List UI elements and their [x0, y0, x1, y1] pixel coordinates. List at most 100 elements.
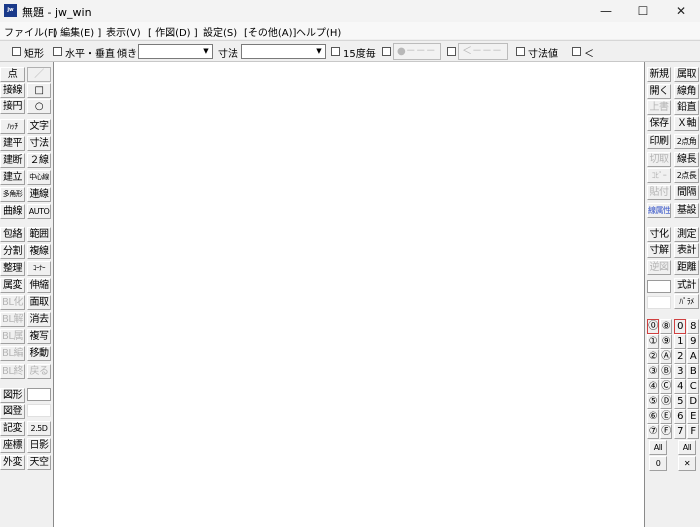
tool-2-5d[interactable]: 2.5D	[27, 421, 51, 436]
layer-group-button[interactable]: Ⓕ	[660, 424, 672, 439]
tool-stretch[interactable]: 伸縮	[27, 278, 51, 293]
tool-distance[interactable]: 距離	[674, 260, 699, 275]
layer-button[interactable]: C	[687, 379, 699, 394]
layer-group-button[interactable]: Ⓒ	[660, 379, 672, 394]
tool-x-axis[interactable]: Ｘ軸	[674, 116, 699, 131]
layer-button[interactable]: A	[687, 349, 699, 364]
close-button[interactable]: ✕	[662, 0, 700, 22]
tool-double-line[interactable]: ２線	[27, 153, 51, 168]
maximize-button[interactable]: ☐	[624, 0, 662, 22]
tool-polygon[interactable]: 多角形	[0, 187, 25, 202]
layer-group-all-button[interactable]: All	[649, 440, 667, 455]
tool-vertical[interactable]: 鉛直	[674, 100, 699, 115]
layer-button[interactable]: 4	[674, 379, 686, 394]
layer-button[interactable]: D	[687, 394, 699, 409]
drawing-canvas[interactable]	[53, 62, 645, 527]
arrow-checkbox[interactable]	[447, 47, 456, 56]
layer-group-button[interactable]: ②	[647, 349, 659, 364]
layer-button[interactable]: 1	[674, 334, 686, 349]
menu-draw[interactable]: [ 作図(D) ]	[148, 24, 198, 39]
layer-all-button[interactable]: All	[678, 440, 696, 455]
tool-text[interactable]: 文字	[27, 119, 51, 134]
tool-hatch[interactable]: ﾊｯﾁ	[0, 119, 25, 134]
tool-point[interactable]: 点	[0, 67, 25, 82]
tool-coordinates[interactable]: 座標	[0, 438, 25, 453]
tool-copy[interactable]: 複写	[27, 329, 51, 344]
arrow-line-button[interactable]: ＜－－－	[458, 43, 508, 60]
tool-shadow[interactable]: 日影	[27, 438, 51, 453]
tool-get-attribute[interactable]: 属取	[674, 67, 699, 82]
tool-block-create[interactable]: BL化	[0, 295, 25, 310]
hv-checkbox[interactable]	[53, 47, 62, 56]
layer-group-button[interactable]: Ⓓ	[660, 394, 672, 409]
tool-range[interactable]: 範囲	[27, 227, 51, 242]
layer-group-button[interactable]: ⑥	[647, 409, 659, 424]
tool-undo[interactable]: 戻る	[27, 364, 51, 379]
layer-group-button[interactable]: ⑦	[647, 424, 659, 439]
tool-sky[interactable]: 天空	[27, 455, 51, 470]
tool-table-calc[interactable]: 表計	[674, 243, 699, 258]
point-line-button[interactable]: ●－－－	[393, 43, 441, 60]
tool-reverse-figure[interactable]: 逆図	[647, 260, 671, 275]
layer-group-button[interactable]: ⓪	[647, 319, 659, 334]
layer-button[interactable]: 8	[687, 319, 699, 334]
tool-copy-clipboard[interactable]: ｺﾋﾟｰ	[647, 168, 671, 183]
layer-zero-button[interactable]: 0	[649, 456, 667, 471]
tool-rectangle[interactable]: □	[27, 83, 51, 98]
snap-checkbox[interactable]	[382, 47, 391, 56]
tool-tangent[interactable]: 接線	[0, 83, 25, 98]
tool-dimension[interactable]: 寸法	[27, 136, 51, 151]
tool-figure[interactable]: 図形	[0, 388, 25, 403]
tool-building-section[interactable]: 建断	[0, 153, 25, 168]
tool-block-explode[interactable]: BL解	[0, 312, 25, 327]
menu-file[interactable]: ファイル(F)	[4, 24, 58, 39]
close-icon[interactable]: ✕	[678, 456, 696, 471]
tool-line-angle[interactable]: 線角	[674, 84, 699, 99]
tool-move[interactable]: 移動	[27, 346, 51, 361]
tool-line-length[interactable]: 線長	[674, 152, 699, 167]
tool-parametric[interactable]: ﾊﾟﾗﾒ	[674, 294, 699, 309]
tool-figure-register[interactable]: 図登	[0, 404, 25, 419]
rect-checkbox[interactable]	[12, 47, 21, 56]
layer-button[interactable]: 0	[674, 319, 686, 334]
slope-combo[interactable]: ▼	[138, 44, 213, 59]
layer-button[interactable]: 5	[674, 394, 686, 409]
layer-button[interactable]: F	[687, 424, 699, 439]
layer-button[interactable]: 6	[674, 409, 686, 424]
menu-view[interactable]: 表示(V)	[106, 24, 141, 39]
tool-line[interactable]: ／	[27, 67, 51, 82]
tool-envelope[interactable]: 包絡	[0, 227, 25, 242]
lt-checkbox[interactable]	[572, 47, 581, 56]
tool-building-plan[interactable]: 建平	[0, 136, 25, 151]
tool-paste[interactable]: 貼付	[647, 185, 671, 200]
layer-group-button[interactable]: Ⓔ	[660, 409, 672, 424]
tool-two-point-length[interactable]: 2点長	[674, 168, 699, 183]
tool-tangent-circle[interactable]: 接円	[0, 99, 25, 114]
tool-formula-calc[interactable]: 式計	[674, 278, 699, 293]
dimval-checkbox[interactable]	[516, 47, 525, 56]
tool-block-edit[interactable]: BL編	[0, 346, 25, 361]
menu-help[interactable]: ヘルプ(H)	[296, 24, 341, 39]
layer-group-button[interactable]: Ⓐ	[660, 349, 672, 364]
minimize-button[interactable]: —	[587, 0, 625, 22]
tool-dim-explode[interactable]: 寸解	[647, 243, 671, 258]
tool-dim-convert[interactable]: 寸化	[647, 227, 671, 242]
tool-block-attribute[interactable]: BL属	[0, 329, 25, 344]
tool-block-end[interactable]: BL終	[0, 364, 25, 379]
layer-button[interactable]: 2	[674, 349, 686, 364]
tool-circle[interactable]: ○	[27, 99, 51, 114]
layer-button[interactable]: 7	[674, 424, 686, 439]
tool-base-settings[interactable]: 基設	[674, 203, 699, 218]
menu-other[interactable]: [その他(A)]	[244, 24, 296, 39]
tool-overwrite[interactable]: 上書	[647, 100, 671, 115]
tool-line-attribute[interactable]: 線属性	[647, 203, 671, 218]
layer-group-button[interactable]: ⑨	[660, 334, 672, 349]
tool-open[interactable]: 開く	[647, 84, 671, 99]
tool-two-point-angle[interactable]: 2点角	[674, 134, 699, 149]
layer-group-button[interactable]: Ⓑ	[660, 364, 672, 379]
layer-button[interactable]: B	[687, 364, 699, 379]
tool-connect-line[interactable]: 連線	[27, 187, 51, 202]
tool-save[interactable]: 保存	[647, 116, 671, 131]
layer-group-button[interactable]: ③	[647, 364, 659, 379]
tool-external-change[interactable]: 外変	[0, 455, 25, 470]
